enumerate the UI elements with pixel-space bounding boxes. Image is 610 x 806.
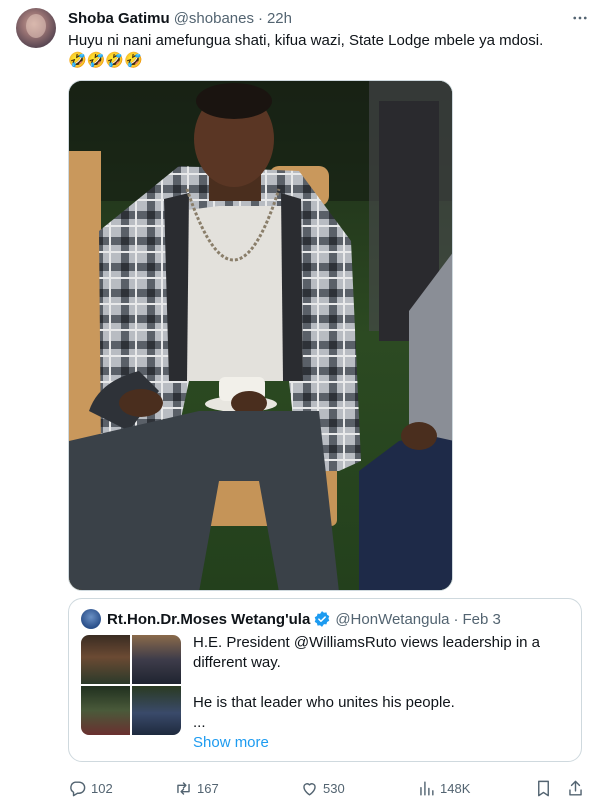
- retweet-count: 167: [197, 780, 219, 796]
- author-handle[interactable]: @shobanes: [174, 10, 254, 27]
- retweet-button[interactable]: 167: [174, 779, 219, 798]
- quoted-photo-3[interactable]: [81, 686, 130, 735]
- reply-icon: [70, 780, 86, 796]
- quoted-tweet-header: Rt.Hon.Dr.Moses Wetang'ula @HonWetangula…: [81, 609, 501, 629]
- more-horizontal-icon: [573, 16, 587, 20]
- like-button[interactable]: 530: [300, 779, 345, 798]
- tweet-body-text: Huyu ni nani amefungua shati, kifua wazi…: [68, 32, 544, 49]
- quoted-author-handle[interactable]: @HonWetangula: [335, 611, 449, 628]
- reply-button[interactable]: 102: [68, 779, 113, 798]
- quoted-photo-4[interactable]: [132, 686, 181, 735]
- reply-count: 102: [91, 780, 113, 796]
- tweet-emojis: 🤣🤣🤣🤣: [68, 52, 143, 69]
- view-count: 148K: [440, 780, 471, 796]
- photo-man-seated-with-tea-cup: [69, 81, 452, 590]
- quoted-text-line-2: He is that leader who unites his people.: [193, 693, 568, 713]
- tweet-actions-bar: 102 167 530 148K: [64, 776, 592, 800]
- quoted-author-display-name[interactable]: Rt.Hon.Dr.Moses Wetang'ula: [107, 611, 310, 628]
- more-options-button[interactable]: [570, 8, 590, 28]
- author-display-name[interactable]: Shoba Gatimu: [68, 10, 170, 27]
- author-avatar[interactable]: [16, 8, 56, 48]
- quoted-tweet-text: H.E. President @WilliamsRuto views leade…: [193, 633, 568, 753]
- views-button[interactable]: 148K: [417, 779, 470, 798]
- quoted-text-line-1: H.E. President @WilliamsRuto views leade…: [193, 634, 541, 671]
- bookmark-icon: [538, 780, 549, 796]
- quoted-text-line-2-text: He is that leader who unites his people.: [193, 694, 455, 711]
- quoted-photo-grid[interactable]: [81, 635, 181, 735]
- separator-dot: ·: [257, 9, 263, 27]
- quoted-author-avatar[interactable]: [81, 609, 101, 629]
- tweet-photo[interactable]: [68, 80, 453, 591]
- tweet-timestamp[interactable]: 22h: [267, 10, 292, 27]
- quoted-tweet-date[interactable]: Feb 3: [463, 611, 501, 628]
- views-bar-chart-icon: [420, 780, 434, 796]
- show-more-link[interactable]: Show more: [193, 733, 568, 753]
- like-count: 530: [323, 780, 345, 796]
- quoted-photo-1[interactable]: [81, 635, 130, 684]
- bookmark-button[interactable]: [534, 779, 557, 798]
- tweet-header: Shoba Gatimu @shobanes · 22h: [68, 8, 292, 28]
- quoted-separator-dot: ·: [453, 610, 459, 628]
- heart-icon: [303, 782, 316, 796]
- quoted-photo-2[interactable]: [132, 635, 181, 684]
- tweet-text: Huyu ni nani amefungua shati, kifua wazi…: [68, 31, 588, 71]
- share-button[interactable]: [566, 779, 589, 798]
- quoted-tweet-card[interactable]: Rt.Hon.Dr.Moses Wetang'ula @HonWetangula…: [68, 598, 582, 762]
- share-icon: [569, 780, 582, 796]
- verified-badge-icon: [313, 610, 331, 628]
- quoted-text-ellipsis: ...: [193, 714, 206, 731]
- retweet-icon: [177, 781, 190, 795]
